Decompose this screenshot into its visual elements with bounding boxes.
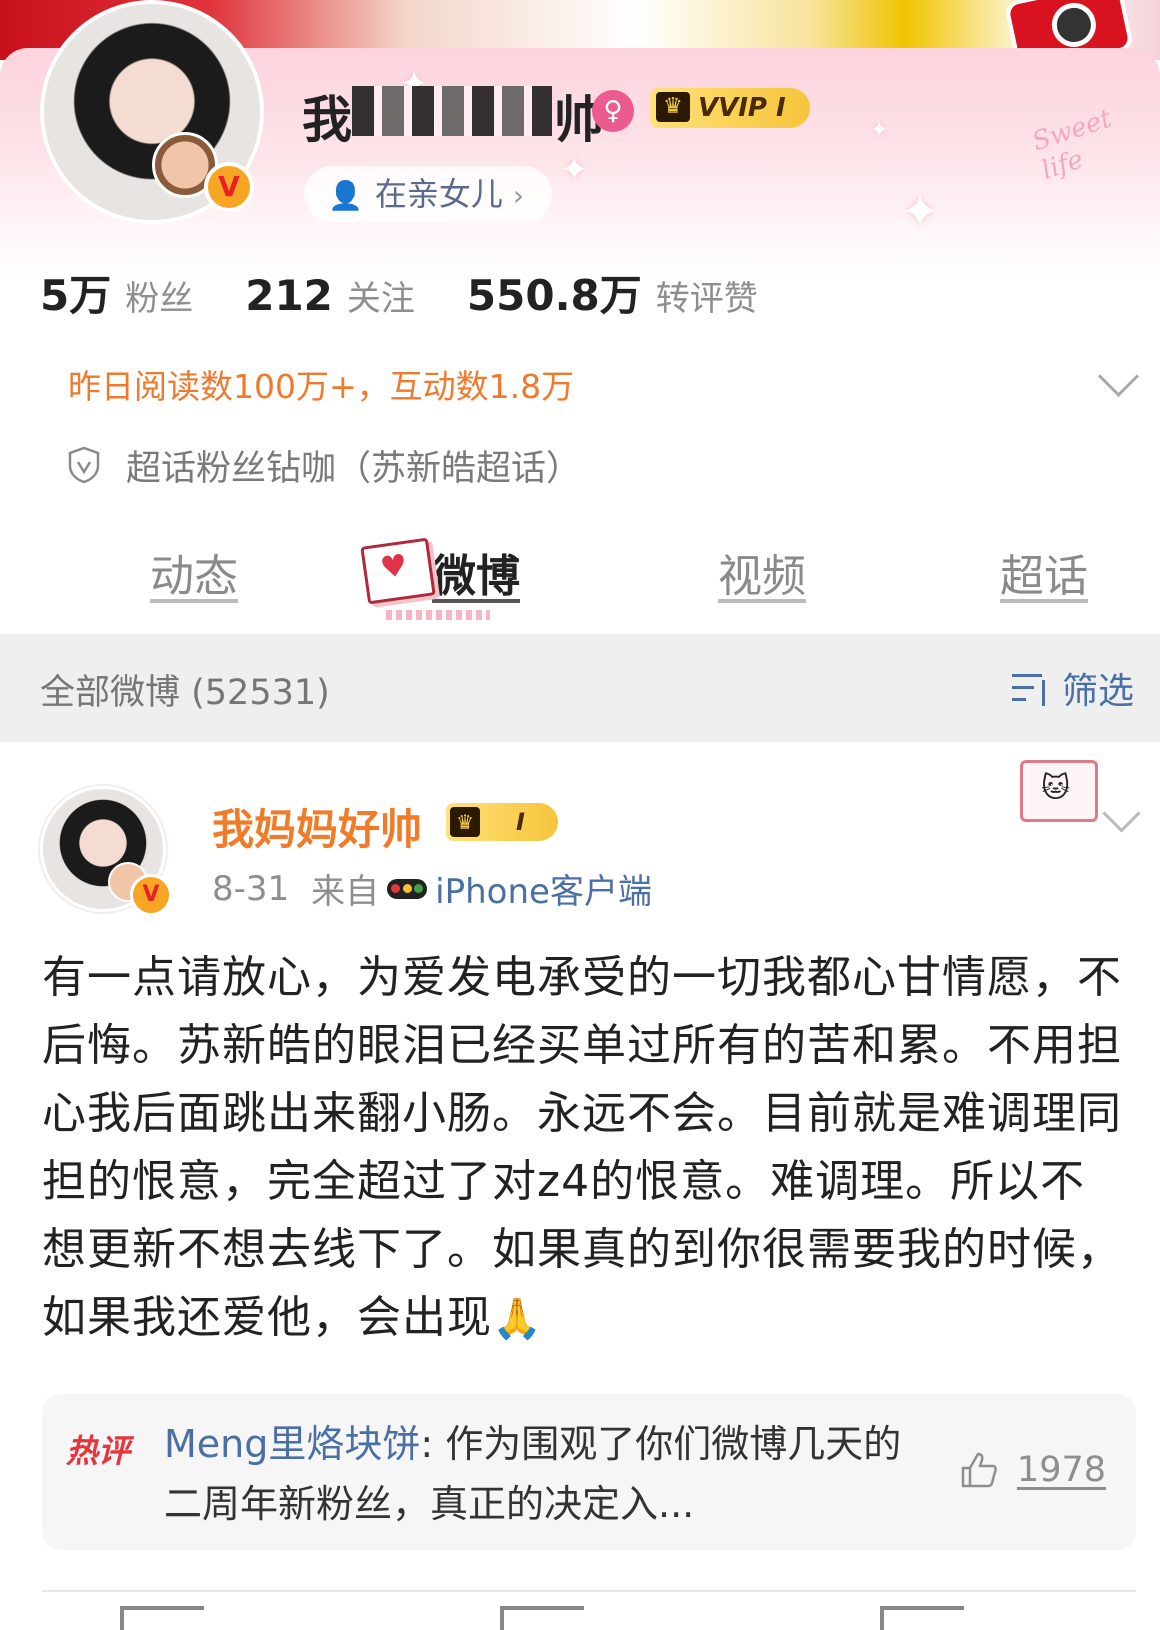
person-icon: 👤 — [328, 179, 363, 212]
stat-label: 粉丝 — [125, 279, 194, 319]
stat-interactions[interactable]: 550.8万 转评赞 — [467, 262, 758, 323]
relation-pill[interactable]: 👤 在亲女儿 › — [304, 166, 553, 222]
post-meta: 8-31 来自 iPhone客户端 — [212, 864, 652, 913]
supertopic-badge[interactable]: 超话粉丝钻咖（苏新皓超话） — [68, 440, 581, 490]
comment-like-button[interactable]: 1978 — [959, 1450, 1106, 1490]
sparkle-icon: ✦ — [560, 150, 589, 190]
active-tab-indicator — [386, 610, 490, 620]
crown-icon: ♛ — [656, 92, 690, 122]
tab-video[interactable]: 视频 — [718, 540, 806, 604]
cat-sticker-icon — [1020, 760, 1098, 822]
profile-stats: 5万 粉丝 212 关注 550.8万 转评赞 — [40, 262, 810, 322]
profile-tabs: 动态 微博 视频 超话 — [0, 520, 1160, 630]
post-menu-chevron-icon[interactable] — [1102, 794, 1141, 833]
traffic-light-icon — [387, 878, 428, 899]
sparkle-icon: ✦ — [870, 118, 889, 143]
tab-weibo[interactable]: 微博 — [432, 540, 520, 604]
comment-icon[interactable] — [500, 1606, 584, 1630]
verified-badge-icon: V — [130, 874, 172, 916]
filter-icon — [1011, 670, 1052, 706]
vvip-badge[interactable]: ♛ VVIP I — [650, 88, 810, 128]
thumbs-up-icon — [961, 1452, 997, 1488]
stat-followers[interactable]: 5万 粉丝 — [40, 262, 193, 323]
like-count: 1978 — [1016, 1450, 1106, 1490]
like-icon[interactable] — [880, 1606, 964, 1630]
crown-icon: ♛ — [450, 807, 480, 837]
filter-bar: 全部微博 (52531) 筛选 — [0, 634, 1160, 742]
post-body[interactable]: 有一点请放心，为爱发电承受的一切我都心甘情愿，不后悔。苏新皓的眼泪已经买单过所有… — [42, 944, 1122, 1353]
pray-emoji-icon: 🙏 — [492, 1296, 543, 1342]
post-text: 有一点请放心，为爱发电承受的一切我都心甘情愿，不后悔。苏新皓的眼泪已经买单过所有… — [42, 952, 1122, 1343]
post-date: 8-31 — [212, 868, 290, 909]
post-source-label: 来自 — [311, 872, 380, 912]
member-level-badge[interactable]: ♛ I — [446, 803, 558, 841]
filter-button[interactable]: 筛选 — [1011, 662, 1134, 714]
hot-comment-text: Meng里烙块饼: 作为围观了你们微博几天的二周年新粉丝，真正的决定入... — [164, 1414, 904, 1534]
tab-sticker-icon — [360, 537, 436, 605]
stat-value: 5万 — [40, 271, 112, 320]
supertopic-label: 超话粉丝钻咖（苏新皓超话） — [126, 448, 582, 489]
filter-label: 筛选 — [1061, 671, 1134, 712]
hot-comment[interactable]: 热评 Meng里烙块饼: 作为围观了你们微博几天的二周年新粉丝，真正的决定入..… — [42, 1394, 1136, 1550]
post-divider — [42, 1590, 1136, 1592]
vip-label: VVIP I — [698, 93, 786, 123]
name-prefix: 我 — [302, 91, 354, 149]
verified-badge-icon: V — [204, 162, 254, 212]
stat-label: 关注 — [346, 279, 415, 319]
comment-author[interactable]: Meng里烙块饼 — [164, 1422, 420, 1466]
all-posts-count: 全部微博 (52531) — [40, 673, 330, 713]
level-label: I — [516, 808, 525, 836]
tab-supertopic[interactable]: 超话 — [1000, 540, 1088, 604]
shield-icon — [68, 446, 100, 484]
stat-value: 212 — [245, 271, 333, 320]
name-redaction — [352, 86, 552, 136]
expand-chevron-down-icon[interactable] — [1097, 355, 1140, 398]
sparkle-icon: ✦ — [900, 184, 941, 240]
reads-summary: 昨日阅读数100万+，互动数1.8万 — [68, 367, 575, 406]
chevron-right-icon: › — [512, 179, 525, 212]
post-author[interactable]: 我妈妈好帅 — [212, 796, 422, 857]
female-gender-icon: ♀ — [592, 90, 634, 132]
stat-following[interactable]: 212 关注 — [245, 271, 415, 320]
stat-label: 转评赞 — [655, 279, 758, 319]
tab-dynamics[interactable]: 动态 — [150, 540, 238, 604]
post-client[interactable]: iPhone客户端 — [435, 864, 652, 913]
repost-icon[interactable] — [120, 1606, 204, 1630]
relation-label: 在亲女儿 — [374, 175, 503, 213]
hot-comment-tag: 热评 — [66, 1432, 131, 1470]
stat-value: 550.8万 — [466, 271, 642, 320]
